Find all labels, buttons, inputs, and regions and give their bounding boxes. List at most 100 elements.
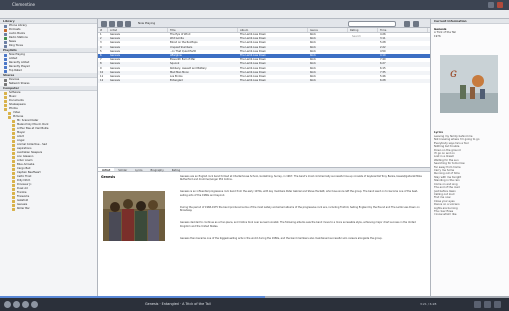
folder-icon bbox=[12, 203, 15, 207]
folder-icon bbox=[12, 183, 15, 187]
info-tabs: Artist Similar Lyrics Biography Rating bbox=[98, 167, 430, 172]
folder-icon bbox=[12, 151, 15, 155]
table-row[interactable]: 12 Genesis Entangled The Lamb Lies Down Rock… bbox=[98, 79, 430, 84]
table-cell: The Lamb Lies Down bbox=[240, 79, 266, 83]
folder-icon bbox=[12, 199, 15, 203]
playlist-list: Now Playing Added Recently Added Recently P… bbox=[0, 53, 97, 73]
track-album: A Trick of the Tail bbox=[434, 31, 456, 34]
folder-icon bbox=[12, 187, 15, 191]
column-header[interactable]: Time bbox=[378, 28, 428, 32]
info-tab[interactable]: Rating bbox=[168, 168, 184, 172]
table-cell: 12 bbox=[100, 79, 104, 83]
folder-icon bbox=[12, 135, 15, 139]
folder-icon bbox=[12, 127, 15, 131]
folder-icon bbox=[12, 155, 15, 159]
bio-paragraph: Genesis decided to continue as a four-pi… bbox=[180, 221, 416, 228]
main-area: Now Playing Search # Artist Title Album Genr… bbox=[98, 19, 430, 298]
column-header[interactable]: # bbox=[98, 28, 108, 32]
library-list: Phone Library Podcasts Audio Books Radio St… bbox=[0, 24, 97, 48]
table-cell: Rock bbox=[310, 79, 316, 83]
folder-icon bbox=[12, 143, 15, 147]
bio-paragraph: During the period of 1968-1975 the band … bbox=[180, 205, 420, 213]
table-cell: Genesis bbox=[110, 79, 120, 83]
window-title: Clementine bbox=[12, 2, 35, 7]
now-playing-panel: Current Information Genesis A Trick of t… bbox=[430, 19, 509, 298]
bio-paragraph: Genesis are an English rock band formed … bbox=[180, 175, 422, 182]
folder-icon bbox=[12, 163, 15, 167]
folder-icon bbox=[12, 119, 15, 123]
artist-name: Genesis bbox=[101, 175, 116, 179]
next-icon[interactable] bbox=[31, 301, 38, 308]
view-icon[interactable] bbox=[404, 20, 410, 27]
search-input[interactable]: Search bbox=[348, 20, 396, 38]
column-header[interactable]: Artist bbox=[108, 28, 168, 32]
column-header[interactable]: Album bbox=[238, 28, 308, 32]
folder-icon bbox=[12, 207, 15, 211]
info-tab[interactable]: Biography bbox=[147, 168, 168, 172]
info-tab[interactable]: Lyrics bbox=[131, 168, 146, 172]
shuffle-icon[interactable] bbox=[109, 20, 115, 27]
folder-item[interactable]: Roller Bar bbox=[0, 207, 97, 211]
folder-icon bbox=[4, 107, 7, 111]
column-header[interactable]: Rating bbox=[348, 28, 378, 32]
library-item-icon bbox=[4, 24, 7, 28]
track-year: 1976 bbox=[434, 35, 441, 38]
folder-icon bbox=[4, 103, 7, 107]
folder-icon bbox=[8, 111, 11, 115]
play-icon[interactable] bbox=[13, 301, 20, 308]
folder-icon bbox=[12, 191, 15, 195]
settings-icon[interactable] bbox=[125, 20, 131, 27]
lyrics-line: I know what I like bbox=[434, 213, 457, 217]
library-item-icon bbox=[4, 40, 7, 44]
table-cell: 6:28 bbox=[380, 79, 386, 83]
playlist-item-icon bbox=[4, 65, 7, 69]
folder-icon bbox=[12, 195, 15, 199]
folder-icon bbox=[12, 175, 15, 179]
lyrics-text: Leaving my family behind me Not knowing w… bbox=[434, 135, 507, 217]
info-tab[interactable]: Artist bbox=[98, 168, 115, 172]
sidebar: Library Phone Library Podcasts Audio Books… bbox=[0, 19, 98, 298]
column-header[interactable]: Title bbox=[168, 28, 238, 32]
folder-icon bbox=[12, 171, 15, 175]
folder-icon bbox=[12, 139, 15, 143]
folder-icon bbox=[8, 115, 11, 119]
close-button[interactable] bbox=[497, 2, 503, 8]
table-cell: Entangled bbox=[170, 79, 183, 83]
player-controls: Genesis · Entangled · A Trick of the Tai… bbox=[0, 298, 509, 311]
folder-icon bbox=[4, 91, 7, 95]
previous-icon[interactable] bbox=[4, 301, 11, 308]
stop-icon[interactable] bbox=[22, 301, 29, 308]
app-window: Clementine File Edit View Podcasts Tools… bbox=[0, 0, 509, 311]
folder-icon bbox=[12, 131, 15, 135]
shares-item-icon bbox=[4, 78, 7, 82]
info-tab[interactable]: Similar bbox=[114, 168, 131, 172]
volume-icon[interactable] bbox=[474, 301, 481, 308]
album-cover: ɢ bbox=[440, 55, 498, 113]
playlist-item-icon bbox=[4, 53, 7, 57]
lyrics-header: Lyrics bbox=[434, 130, 444, 134]
shares-list: Devices Network Shares bbox=[0, 78, 97, 86]
library-item-icon bbox=[4, 32, 7, 36]
now-playing-header: Current Information bbox=[431, 19, 509, 24]
search-placeholder: Search bbox=[352, 34, 361, 38]
playlist-item-icon bbox=[4, 61, 7, 65]
artist-biography: Genesis are an English rock band formed … bbox=[180, 175, 425, 252]
now-playing-text: Genesis · Entangled · A Trick of the Tai… bbox=[145, 302, 211, 306]
repeat-icon[interactable] bbox=[117, 20, 123, 27]
folder-icon bbox=[4, 99, 7, 103]
new-playlist-icon[interactable] bbox=[101, 20, 107, 27]
bio-paragraph: Genesis then became one of the biggest-s… bbox=[180, 236, 383, 240]
playlist-tab[interactable]: Now Playing bbox=[138, 21, 155, 25]
folder-icon bbox=[12, 179, 15, 183]
menu-icon[interactable] bbox=[413, 20, 419, 27]
menu-bar: File Edit View Podcasts Tools Help bbox=[0, 10, 509, 26]
artist-photo bbox=[103, 191, 165, 241]
column-header[interactable]: Genre bbox=[308, 28, 348, 32]
folder-icon bbox=[4, 95, 7, 99]
equalizer-icon[interactable] bbox=[484, 301, 491, 308]
fullscreen-icon[interactable] bbox=[494, 301, 501, 308]
folder-icon bbox=[12, 159, 15, 163]
svg-text:ɢ: ɢ bbox=[450, 66, 457, 80]
minimize-button[interactable] bbox=[488, 2, 494, 8]
bio-paragraph: Genesis is an influential progressive ro… bbox=[180, 190, 418, 197]
